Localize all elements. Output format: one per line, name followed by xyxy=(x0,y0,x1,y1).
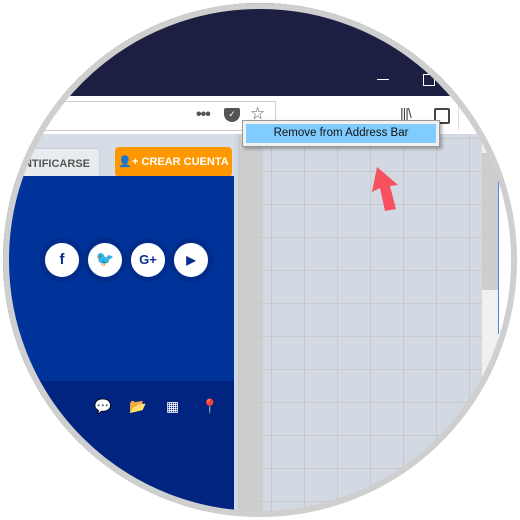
screenshot-circle-frame: ••• ✓ ☆ |||\ ENTIFICARSE 👤+ CREAR CUENTA… xyxy=(3,3,517,517)
folder-open-icon[interactable]: 📂 xyxy=(129,398,146,415)
scrollbar-thumb[interactable] xyxy=(482,153,498,290)
tiled-background xyxy=(238,134,482,517)
tile-strip xyxy=(238,134,263,517)
page-actions-icon[interactable]: ••• xyxy=(196,106,211,124)
toolbar-separator xyxy=(458,100,459,130)
calendar-icon[interactable]: ▦ xyxy=(166,398,179,415)
title-bar xyxy=(3,3,517,96)
twitter-icon[interactable]: 🐦 xyxy=(83,238,127,282)
comment-icon[interactable]: 💬 xyxy=(94,398,111,415)
context-menu: Remove from Address Bar xyxy=(242,120,440,147)
youtube-icon[interactable]: ▶ xyxy=(169,238,213,282)
signup-button[interactable]: 👤+ CREAR CUENTA xyxy=(115,147,232,177)
login-button[interactable]: ENTIFICARSE xyxy=(3,148,100,178)
maximize-icon[interactable] xyxy=(423,74,435,86)
library-icon[interactable]: |||\ xyxy=(400,105,412,121)
map-marker-icon[interactable]: 📍 xyxy=(201,398,218,415)
google-plus-icon[interactable]: G+ xyxy=(126,238,170,282)
footer-bar xyxy=(3,381,234,517)
focus-line xyxy=(498,134,499,334)
user-plus-icon: 👤+ xyxy=(118,156,139,168)
red-arrow-icon xyxy=(372,167,398,211)
menu-item-remove-from-address-bar[interactable]: Remove from Address Bar xyxy=(246,124,436,143)
signup-label: CREAR CUENTA xyxy=(141,156,229,168)
facebook-icon[interactable]: f xyxy=(40,238,84,282)
minimize-icon[interactable] xyxy=(377,79,389,80)
